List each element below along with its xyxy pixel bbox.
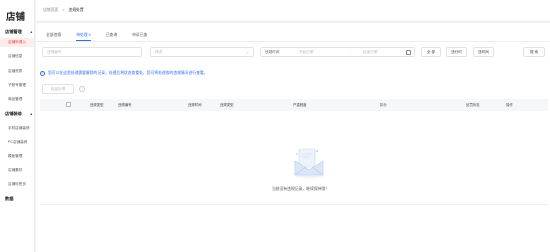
main-panel: 全部违规 待处理 0 已查询 申诉已查 违规编号 请选 ⌄ 违规时间 开始日期 … <box>36 23 550 252</box>
sidebar: 店铺 店铺管理 ▲ 店铺申请入 店铺信息 店铺资质 子账号管理 商品管理 店铺装… <box>0 0 35 252</box>
breadcrumb-current: 违规处置 <box>68 8 84 12</box>
breadcrumb-separator: > <box>62 8 65 12</box>
violation-type-placeholder: 请选 <box>155 50 163 54</box>
sidebar-item-materials[interactable]: 店铺素材 <box>0 166 34 175</box>
sidebar-item-sub-accounts[interactable]: 子账号管理 <box>0 81 34 90</box>
tab-divider <box>36 41 550 42</box>
sidebar-item-store-apply[interactable]: 店铺申请入 <box>0 38 34 47</box>
tab-appealed[interactable]: 申诉已查 <box>132 32 147 41</box>
tab-queried[interactable]: 已查询 <box>106 32 117 41</box>
logo: 店铺 <box>6 12 26 23</box>
info-icon: i <box>40 71 45 76</box>
chevron-down-icon: ⌄ <box>245 50 249 54</box>
sidebar-item-store-qualification[interactable]: 店铺资质 <box>0 67 34 76</box>
filter-option-button-2[interactable]: 违时间 <box>473 47 494 57</box>
violation-time-range[interactable]: 违规时间 开始日期 - 结束日期 <box>260 47 415 57</box>
sidebar-item-tag-pages[interactable]: 店铺标签页 <box>0 180 34 189</box>
violation-id-input[interactable]: 违规编号 <box>42 47 142 57</box>
column-header: 扣分 <box>380 103 387 107</box>
filter-option-button-1[interactable]: 违行时 <box>446 47 467 57</box>
sidebar-section-data[interactable]: 数据 <box>5 196 33 202</box>
sidebar-section-label: 数据 <box>5 196 14 201</box>
sidebar-section-label: 店铺装修 <box>5 111 22 116</box>
sidebar-section-decoration[interactable]: 店铺装修 ▲ <box>5 111 33 117</box>
column-header: 处罚状态 <box>466 103 480 107</box>
empty-envelope-icon <box>294 148 324 178</box>
end-date-placeholder: 结束日期 <box>363 50 378 54</box>
column-header: 操作 <box>506 103 513 107</box>
breadcrumb: 店铺页面 > 违规处置 <box>43 8 84 13</box>
sidebar-item-store-info[interactable]: 店铺信息 <box>0 52 34 61</box>
filter-bar: 违规编号 请选 ⌄ 违规时间 开始日期 - 结束日期 全 部 违行时 违时间 搜… <box>36 47 550 59</box>
info-notice: i 您可以在这里处理需要解除的记录，处理后将状态查看处，您可将处理各的违规情况进… <box>40 71 207 76</box>
search-button[interactable]: 搜 索 <box>523 47 545 57</box>
table-bottom-divider <box>40 204 548 205</box>
column-header: 违规编号 <box>118 103 132 107</box>
column-header: 严重程度 <box>293 103 307 107</box>
sidebar-section-store[interactable]: 店铺管理 ▲ <box>5 29 33 35</box>
sidebar-item-mobile-decoration[interactable]: 手机店铺装修 <box>0 124 34 133</box>
violation-type-select[interactable]: 请选 ⌄ <box>150 47 254 57</box>
chevron-up-icon: ▲ <box>29 30 33 34</box>
sidebar-item-goods[interactable]: 商品管理 <box>0 95 34 104</box>
range-separator: - <box>349 51 351 55</box>
help-icon[interactable] <box>79 86 85 92</box>
app-root: 店铺 店铺管理 ▲ 店铺申请入 店铺信息 店铺资质 子账号管理 商品管理 店铺装… <box>0 0 550 252</box>
sidebar-item-templates[interactable]: 模板管理 <box>0 152 34 161</box>
start-date-placeholder: 开始日期 <box>299 50 314 54</box>
batch-process-button[interactable]: 批量处理 <box>42 84 74 94</box>
column-header: 违规类型 <box>90 103 104 107</box>
tab-all[interactable]: 全部违规 <box>46 32 61 41</box>
tab-pending[interactable]: 待处理 0 <box>76 32 91 41</box>
violation-time-label: 违规时间 <box>265 50 280 54</box>
sidebar-item-pc-decoration[interactable]: PC店铺装修 <box>0 138 34 147</box>
calendar-icon[interactable] <box>406 50 411 55</box>
select-all-checkbox[interactable] <box>66 102 71 107</box>
empty-state-text: 当前没有违规记录，继续保持哦！ <box>272 187 329 191</box>
topbar: 店铺页面 > 违规处置 <box>36 0 550 22</box>
all-button[interactable]: 全 部 <box>421 47 441 57</box>
chevron-up-icon: ▲ <box>29 112 33 116</box>
column-header: 违规时间 <box>188 103 202 107</box>
column-header: 违规类型 <box>220 103 234 107</box>
breadcrumb-item[interactable]: 店铺页面 <box>43 8 58 12</box>
info-notice-text: 您可以在这里处理需要解除的记录，处理后将状态查看处，您可将处理各的违规情况进行查… <box>48 71 208 75</box>
table-header: 违规类型 违规编号 违规时间 违规类型 严重程度 扣分 处罚状态 操作 <box>40 99 548 111</box>
sidebar-section-label: 店铺管理 <box>5 29 22 34</box>
